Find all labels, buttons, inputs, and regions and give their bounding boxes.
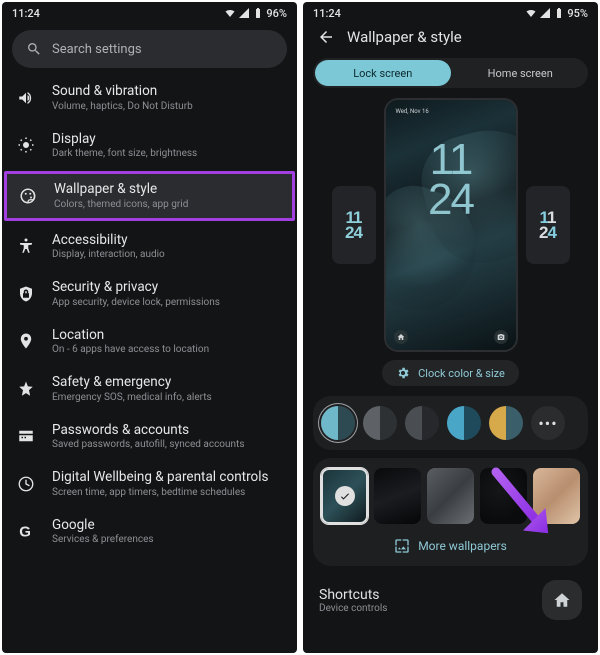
clock-color-size-button[interactable]: Clock color & size bbox=[382, 360, 519, 386]
color-swatch-1[interactable] bbox=[321, 406, 355, 440]
search-placeholder: Search settings bbox=[52, 42, 142, 57]
color-swatch-2[interactable] bbox=[363, 406, 397, 440]
clock-style-option-right[interactable]: 11 24 bbox=[526, 186, 570, 264]
preview-date: Wed, Nov 16 bbox=[396, 108, 429, 115]
settings-item-wallpaper[interactable]: Wallpaper & styleColors, themed icons, a… bbox=[4, 171, 295, 221]
settings-screen: 11:24 96% Search settings Sound & vibrat… bbox=[2, 2, 297, 653]
security-icon bbox=[16, 284, 36, 304]
settings-item-sub: App security, device lock, permissions bbox=[52, 297, 220, 308]
wallpaper-thumb-2[interactable] bbox=[374, 468, 421, 524]
wallpaper-panel: More wallpapers bbox=[313, 458, 588, 566]
lockscreen-preview[interactable]: Wed, Nov 16 11 24 bbox=[386, 100, 516, 350]
tab-home-screen[interactable]: Home screen bbox=[453, 58, 589, 88]
more-colors-button[interactable]: ••• bbox=[531, 406, 565, 440]
settings-item-title: Safety & emergency bbox=[52, 375, 212, 391]
topbar: Wallpaper & style bbox=[303, 24, 598, 54]
battery-icon bbox=[252, 7, 264, 19]
preview-dock bbox=[386, 330, 516, 344]
settings-item-title: Security & privacy bbox=[52, 280, 220, 296]
settings-item-google[interactable]: G GoogleServices & preferences bbox=[2, 508, 297, 556]
wallpaper-thumb-1[interactable] bbox=[321, 468, 368, 524]
settings-item-title: Location bbox=[52, 328, 209, 344]
color-swatch-4[interactable] bbox=[447, 406, 481, 440]
search-icon bbox=[26, 41, 42, 57]
tab-lock-screen[interactable]: Lock screen bbox=[315, 60, 451, 86]
settings-item-sub: Colors, themed icons, app grid bbox=[54, 199, 188, 210]
status-battery: 95% bbox=[567, 7, 588, 20]
shortcuts-fab[interactable] bbox=[542, 580, 582, 620]
color-swatch-3[interactable] bbox=[405, 406, 439, 440]
color-swatch-5[interactable] bbox=[489, 406, 523, 440]
wallpaper-style-screen: 11:24 95% Wallpaper & style Lock screen … bbox=[303, 2, 598, 653]
battery-icon bbox=[553, 7, 565, 19]
wallpaper-icon bbox=[394, 538, 410, 554]
svg-text:G: G bbox=[19, 524, 31, 541]
chip-label: Clock color & size bbox=[418, 367, 505, 380]
shortcuts-sub: Device controls bbox=[319, 603, 387, 614]
signal-icon bbox=[238, 7, 250, 19]
status-time: 11:24 bbox=[12, 7, 40, 20]
wifi-icon bbox=[525, 7, 537, 19]
settings-item-sub: Services & preferences bbox=[52, 534, 154, 545]
passwords-icon bbox=[16, 426, 36, 446]
google-icon: G bbox=[16, 521, 36, 541]
settings-item-sub: On - 6 apps have access to location bbox=[52, 344, 209, 355]
shortcuts-title: Shortcuts bbox=[319, 587, 387, 603]
settings-item-sound[interactable]: Sound & vibrationVolume, haptics, Do Not… bbox=[2, 74, 297, 122]
status-bar: 11:24 95% bbox=[303, 2, 598, 24]
settings-item-title: Google bbox=[52, 518, 154, 534]
shortcuts-section: Shortcuts Device controls bbox=[303, 574, 598, 620]
settings-item-sub: Volume, haptics, Do Not Disturb bbox=[52, 101, 193, 112]
settings-item-passwords[interactable]: Passwords & accountsSaved passwords, aut… bbox=[2, 413, 297, 461]
settings-list: Sound & vibrationVolume, haptics, Do Not… bbox=[2, 74, 297, 555]
settings-item-sub: Emergency SOS, medical info, alerts bbox=[52, 392, 212, 403]
settings-item-title: Accessibility bbox=[52, 233, 165, 249]
page-title: Wallpaper & style bbox=[347, 28, 462, 46]
settings-item-title: Digital Wellbeing & parental controls bbox=[52, 470, 268, 486]
clock-style-option-left[interactable]: 11 24 bbox=[332, 186, 376, 264]
wellbeing-icon bbox=[16, 474, 36, 494]
more-wallpapers-button[interactable]: More wallpapers bbox=[321, 534, 580, 556]
signal-icon bbox=[539, 7, 551, 19]
accessibility-icon bbox=[16, 236, 36, 256]
wallpaper-thumb-5[interactable] bbox=[533, 468, 580, 524]
search-settings[interactable]: Search settings bbox=[12, 30, 287, 68]
selected-check-icon bbox=[335, 486, 355, 506]
status-battery: 96% bbox=[266, 7, 287, 20]
settings-item-accessibility[interactable]: AccessibilityDisplay, interaction, audio bbox=[2, 223, 297, 271]
wallpaper-thumb-4[interactable] bbox=[480, 468, 527, 524]
status-time: 11:24 bbox=[313, 7, 341, 20]
settings-item-location[interactable]: LocationOn - 6 apps have access to locat… bbox=[2, 318, 297, 366]
wallpaper-thumb-3[interactable] bbox=[427, 468, 474, 524]
settings-item-security[interactable]: Security & privacyApp security, device l… bbox=[2, 270, 297, 318]
wifi-icon bbox=[224, 7, 236, 19]
settings-item-sub: Dark theme, font size, brightness bbox=[52, 148, 197, 159]
settings-item-display[interactable]: DisplayDark theme, font size, brightness bbox=[2, 122, 297, 170]
settings-item-safety[interactable]: Safety & emergencyEmergency SOS, medical… bbox=[2, 365, 297, 413]
settings-item-title: Display bbox=[52, 132, 197, 148]
settings-item-wellbeing[interactable]: Digital Wellbeing & parental controlsScr… bbox=[2, 460, 297, 508]
home-mini-icon bbox=[397, 333, 405, 341]
color-swatch-panel: ••• bbox=[313, 396, 588, 450]
clock-preview-row: 11 24 Wed, Nov 16 11 24 11 24 bbox=[303, 96, 598, 358]
camera-mini-icon bbox=[497, 333, 505, 341]
safety-icon bbox=[16, 379, 36, 399]
tab-group: Lock screen Home screen bbox=[313, 58, 588, 88]
settings-item-title: Sound & vibration bbox=[52, 84, 193, 100]
wallpaper-icon bbox=[18, 186, 38, 206]
location-icon bbox=[16, 331, 36, 351]
back-icon[interactable] bbox=[317, 28, 335, 46]
settings-item-sub: Display, interaction, audio bbox=[52, 249, 165, 260]
settings-item-title: Wallpaper & style bbox=[54, 182, 188, 198]
gear-icon bbox=[396, 366, 410, 380]
settings-item-sub: Saved passwords, autofill, synced accoun… bbox=[52, 439, 244, 450]
preview-clock: 11 24 bbox=[386, 140, 516, 219]
sound-icon bbox=[16, 88, 36, 108]
home-icon bbox=[553, 591, 571, 609]
settings-item-title: Passwords & accounts bbox=[52, 423, 244, 439]
status-bar: 11:24 96% bbox=[2, 2, 297, 24]
settings-item-sub: Screen time, app timers, bedtime schedul… bbox=[52, 487, 268, 498]
display-icon bbox=[16, 135, 36, 155]
